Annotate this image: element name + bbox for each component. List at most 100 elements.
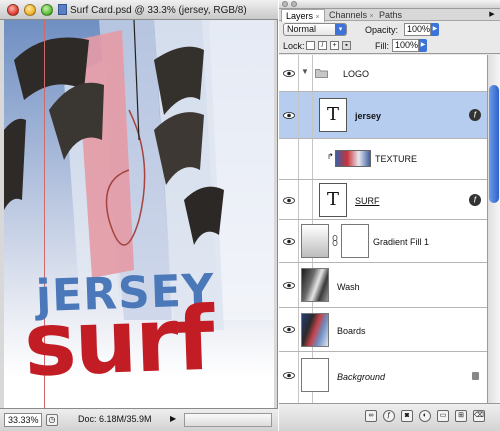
layer-row-gradient-fill[interactable]: Gradient Fill 1 bbox=[279, 220, 487, 263]
blend-mode-select[interactable]: Normal ▾ bbox=[283, 23, 347, 36]
gradient-fill-thumbnail bbox=[301, 224, 329, 258]
eye-icon bbox=[283, 372, 295, 379]
status-menu-arrow-icon[interactable]: ▶ bbox=[170, 414, 180, 426]
palette-titlebar[interactable] bbox=[279, 0, 500, 9]
visibility-toggle[interactable] bbox=[279, 180, 299, 219]
fill-slider-arrow-icon[interactable]: ▶ bbox=[419, 39, 427, 52]
layer-name: SURF bbox=[355, 196, 380, 206]
palette-close-button[interactable] bbox=[282, 1, 288, 7]
visibility-toggle[interactable] bbox=[279, 55, 299, 91]
link-layers-icon[interactable]: ∞ bbox=[365, 410, 377, 422]
new-group-icon[interactable]: ▭ bbox=[437, 410, 449, 422]
clipping-arrow-icon: ↱ bbox=[327, 152, 334, 161]
visibility-toggle[interactable] bbox=[279, 263, 299, 307]
tab-close-icon[interactable]: × bbox=[316, 14, 320, 21]
add-layer-style-icon[interactable]: ƒ bbox=[383, 410, 395, 422]
status-options-icon[interactable]: ◷ bbox=[46, 414, 58, 426]
tab-layers[interactable]: Layers × bbox=[281, 9, 325, 22]
surf-artwork-text: surf bbox=[22, 286, 215, 397]
psd-file-icon bbox=[58, 4, 67, 15]
opacity-input[interactable]: 100% bbox=[404, 23, 431, 36]
lock-transparency-checkbox[interactable] bbox=[306, 41, 315, 50]
layer-name: Wash bbox=[337, 282, 360, 292]
eye-icon bbox=[283, 238, 295, 245]
layer-row-surf[interactable]: T SURF ƒ bbox=[279, 180, 487, 220]
fill-label: Fill: bbox=[375, 41, 389, 51]
layer-link-column[interactable] bbox=[299, 92, 313, 138]
chevron-down-icon: ▾ bbox=[335, 24, 346, 35]
fx-icon[interactable]: ƒ bbox=[469, 194, 481, 206]
background-thumbnail bbox=[301, 358, 329, 392]
lock-image-checkbox[interactable]: / bbox=[318, 41, 327, 50]
layer-row-boards[interactable]: Boards bbox=[279, 308, 487, 352]
close-window-button[interactable] bbox=[7, 4, 19, 16]
palette-menu-icon[interactable]: ▶ bbox=[487, 10, 497, 20]
tab-paths[interactable]: Paths bbox=[375, 9, 406, 21]
layer-name: Gradient Fill 1 bbox=[373, 237, 430, 247]
zoom-level-field[interactable]: 33.33% bbox=[4, 413, 42, 427]
layer-row-wash[interactable]: Wash bbox=[279, 263, 487, 308]
layer-row-jersey[interactable]: T jersey ƒ bbox=[279, 92, 487, 139]
lock-icon bbox=[472, 372, 479, 380]
lock-fill-row: Lock: / + ▪ Fill: 100% ▶ bbox=[279, 38, 500, 54]
disclosure-triangle-icon[interactable]: ▼ bbox=[301, 67, 309, 76]
lock-position-checkbox[interactable]: + bbox=[330, 41, 339, 50]
new-layer-icon[interactable]: ⊞ bbox=[455, 410, 467, 422]
visibility-toggle[interactable] bbox=[279, 308, 299, 351]
horizontal-scrollbar[interactable] bbox=[184, 413, 272, 427]
layer-row-logo[interactable]: ▼ LOGO bbox=[279, 55, 487, 92]
opacity-label: Opacity: bbox=[365, 25, 399, 35]
lock-all-checkbox[interactable]: ▪ bbox=[342, 41, 351, 50]
palette-tabs: Layers × Channels × Paths ▶ bbox=[279, 9, 500, 22]
layers-list: ▼ LOGO T jersey ƒ ↱ TEXTURE T SURF ƒ Gra… bbox=[279, 55, 487, 403]
add-mask-icon[interactable]: ◙ bbox=[401, 410, 413, 422]
tab-close-icon[interactable]: × bbox=[370, 13, 374, 20]
texture-thumbnail bbox=[335, 150, 371, 167]
eye-icon bbox=[283, 197, 295, 204]
scrollbar-thumb[interactable] bbox=[489, 85, 499, 203]
palette-minimize-button[interactable] bbox=[291, 1, 297, 7]
eye-icon bbox=[283, 70, 295, 77]
layers-palette: Layers × Channels × Paths ▶ Normal ▾ Opa… bbox=[279, 0, 500, 431]
blend-mode-value: Normal bbox=[287, 24, 317, 34]
layer-mask-thumbnail[interactable] bbox=[341, 224, 369, 258]
delete-layer-icon[interactable]: ⌫ bbox=[473, 410, 485, 422]
adjustment-layer-icon[interactable]: ◐ bbox=[419, 410, 431, 422]
eye-icon bbox=[283, 326, 295, 333]
blend-opacity-row: Normal ▾ Opacity: 100% ▶ bbox=[279, 22, 500, 38]
eye-icon bbox=[283, 112, 295, 119]
tab-channels-label: Channels bbox=[329, 10, 368, 20]
lock-label: Lock: bbox=[283, 41, 305, 51]
layer-row-background[interactable]: Background bbox=[279, 352, 487, 403]
image-canvas[interactable]: jERSEY surf bbox=[4, 20, 274, 408]
layers-vertical-scrollbar[interactable] bbox=[487, 55, 500, 403]
layer-row-texture[interactable]: ↱ TEXTURE bbox=[279, 139, 487, 180]
minimize-window-button[interactable] bbox=[24, 4, 36, 16]
layer-name: TEXTURE bbox=[375, 154, 418, 164]
layer-link-column[interactable] bbox=[299, 180, 313, 219]
document-titlebar[interactable]: Surf Card.psd @ 33.3% (jersey, RGB/8) bbox=[0, 0, 278, 20]
document-status-bar: 33.33% ◷ Doc: 6.18M/35.9M ▶ bbox=[0, 408, 278, 431]
text-layer-icon: T bbox=[319, 98, 347, 132]
layer-link-column[interactable] bbox=[299, 139, 313, 179]
layer-name: LOGO bbox=[343, 69, 370, 79]
folder-icon bbox=[315, 69, 328, 78]
fx-icon[interactable]: ƒ bbox=[469, 109, 481, 121]
wash-thumbnail bbox=[301, 268, 329, 302]
visibility-toggle[interactable] bbox=[279, 352, 299, 403]
zoom-window-button[interactable] bbox=[41, 4, 53, 16]
document-title: Surf Card.psd @ 33.3% (jersey, RGB/8) bbox=[58, 4, 273, 16]
opacity-slider-arrow-icon[interactable]: ▶ bbox=[431, 23, 439, 36]
chain-icon[interactable] bbox=[332, 235, 338, 246]
visibility-toggle[interactable] bbox=[279, 220, 299, 262]
document-size-info: Doc: 6.18M/35.9M bbox=[78, 414, 152, 424]
boards-thumbnail bbox=[301, 313, 329, 347]
document-window: Surf Card.psd @ 33.3% (jersey, RGB/8) jE… bbox=[0, 0, 278, 431]
tab-channels[interactable]: Channels × bbox=[325, 9, 378, 21]
layer-name: Boards bbox=[337, 326, 366, 336]
visibility-toggle[interactable] bbox=[279, 139, 299, 179]
fill-input[interactable]: 100% bbox=[392, 39, 419, 52]
document-title-text: Surf Card.psd @ 33.3% (jersey, RGB/8) bbox=[70, 5, 247, 16]
text-layer-icon: T bbox=[319, 183, 347, 217]
visibility-toggle[interactable] bbox=[279, 92, 299, 138]
